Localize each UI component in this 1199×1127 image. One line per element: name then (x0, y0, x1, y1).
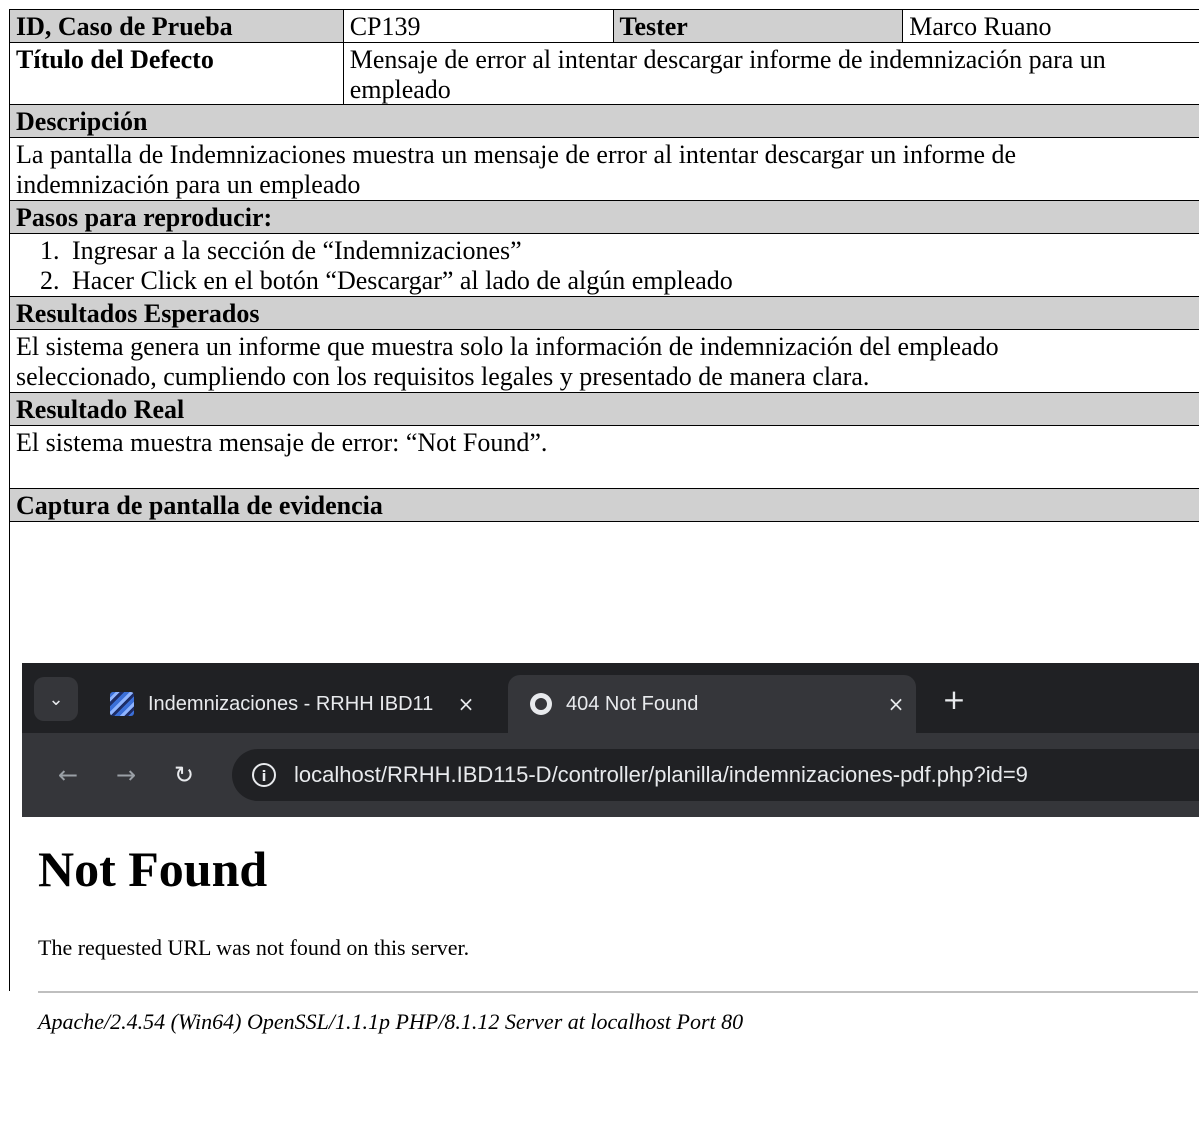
actual-header: Resultado Real (9, 392, 1199, 425)
description-header: Descripción (9, 104, 1199, 137)
expected-header: Resultados Esperados (9, 296, 1199, 329)
description-text: La pantalla de Indemnizaciones muestra u… (10, 138, 1199, 200)
url-text[interactable]: localhost/RRHH.IBD115-D/controller/plani… (294, 762, 1028, 788)
site-favicon-icon (110, 692, 134, 716)
new-tab-plus-icon[interactable]: + (936, 683, 972, 719)
steps-list-container: Ingresar a la sección de “Indemnizacione… (10, 234, 1199, 296)
expected-label: Resultados Esperados (10, 297, 1199, 329)
not-found-message: The requested URL was not found on this … (38, 935, 470, 960)
info-icon[interactable]: i (252, 763, 276, 787)
browser-tab-bar: ⌄ Indemnizaciones - RRHH IBD11 × 404 Not… (22, 663, 1199, 733)
defect-title-label: Título del Defecto (10, 43, 344, 104)
step-item: Hacer Click en el botón “Descargar” al l… (66, 266, 1199, 296)
server-signature: Apache/2.4.54 (Win64) OpenSSL/1.1.1p PHP… (38, 1009, 744, 1034)
tester-label: Tester (613, 10, 904, 42)
evidence-header: Captura de pantalla de evidencia (9, 488, 1199, 521)
id-value: CP139 (344, 10, 614, 42)
steps-header: Pasos para reproducir: (9, 200, 1199, 233)
actual-text: El sistema muestra mensaje de error: “No… (10, 426, 1199, 488)
actual-body: El sistema muestra mensaje de error: “No… (9, 425, 1199, 488)
id-label: ID, Caso de Prueba (10, 10, 344, 42)
header-row: ID, Caso de Prueba CP139 Tester Marco Ru… (9, 9, 1199, 42)
address-bar[interactable]: i localhost/RRHH.IBD115-D/controller/pla… (232, 749, 1199, 801)
evidence-screenshot: ⌄ Indemnizaciones - RRHH IBD11 × 404 Not… (22, 663, 1199, 1127)
divider (38, 991, 1198, 993)
description-label: Descripción (10, 105, 1199, 137)
browser-toolbar: ← → ↻ i localhost/RRHH.IBD115-D/controll… (22, 733, 1199, 817)
forward-arrow-icon[interactable]: → (108, 755, 144, 795)
steps-body: Ingresar a la sección de “Indemnizacione… (9, 233, 1199, 296)
actual-label: Resultado Real (10, 393, 1199, 425)
defect-title-value: Mensaje de error al intentar descargar i… (344, 43, 1199, 104)
expected-body: El sistema genera un informe que muestra… (9, 329, 1199, 392)
not-found-heading: Not Found (38, 841, 268, 897)
step-item: Ingresar a la sección de “Indemnizacione… (66, 236, 1199, 266)
tab-title: Indemnizaciones - RRHH IBD11 (148, 692, 434, 715)
description-body: La pantalla de Indemnizaciones muestra u… (9, 137, 1199, 200)
steps-label: Pasos para reproducir: (10, 201, 1199, 233)
browser-tab-indemnizaciones[interactable]: Indemnizaciones - RRHH IBD11 × (96, 675, 486, 733)
globe-icon (530, 693, 552, 715)
tab-search-chevron-icon[interactable]: ⌄ (34, 677, 78, 721)
steps-list: Ingresar a la sección de “Indemnizacione… (10, 236, 1199, 296)
close-icon[interactable]: × (446, 692, 486, 716)
not-found-page: Not Found The requested URL was not foun… (22, 817, 1199, 1127)
title-row: Título del Defecto Mensaje de error al i… (9, 42, 1199, 104)
expected-text: El sistema genera un informe que muestra… (10, 330, 1199, 392)
back-arrow-icon[interactable]: ← (50, 755, 86, 795)
tester-value: Marco Ruano (903, 10, 1199, 42)
evidence-label: Captura de pantalla de evidencia (10, 489, 1199, 521)
reload-icon[interactable]: ↻ (166, 755, 202, 795)
tab-title: 404 Not Found (566, 692, 699, 715)
browser-tab-404[interactable]: 404 Not Found × (508, 675, 916, 733)
close-icon[interactable]: × (876, 692, 916, 716)
